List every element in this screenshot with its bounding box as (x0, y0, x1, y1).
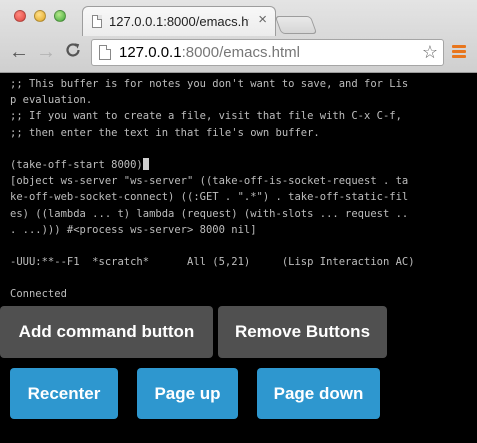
browser-chrome: 127.0.0.1:8000/emacs.htm × ← → 127.0.0.1… (0, 0, 477, 73)
buffer-line: [object ws-server "ws-server" ((take-off… (10, 175, 409, 188)
menu-icon[interactable] (452, 45, 466, 59)
window-close-button[interactable] (14, 10, 26, 22)
remove-buttons-button[interactable]: Remove Buttons (218, 306, 387, 358)
buffer-line: ;; This buffer is for notes you don't wa… (10, 78, 409, 90)
buffer-line: . ...))) #<process ws-server> 8000 nil] (10, 223, 257, 236)
buffer-line: ;; then enter the text in that file's ow… (10, 126, 320, 139)
text-cursor (142, 157, 149, 170)
page-icon (99, 45, 111, 60)
tab-title: 127.0.0.1:8000/emacs.htm (109, 14, 249, 29)
page-up-button[interactable]: Page up (137, 368, 238, 419)
tab-close-icon[interactable]: × (258, 12, 267, 27)
buffer-line (10, 141, 470, 157)
bookmark-star-icon[interactable]: ☆ (422, 42, 438, 62)
emacs-buffer: ;; This buffer is for notes you don't wa… (10, 76, 470, 303)
buffer-line (10, 238, 470, 254)
buffer-line: (take-off-start 8000) (10, 157, 470, 173)
url-text[interactable]: 127.0.0.1:8000/emacs.html (119, 44, 300, 61)
url-host: 127.0.0.1 (119, 44, 182, 61)
reload-icon[interactable] (64, 41, 82, 65)
page-icon (92, 15, 102, 28)
new-tab-button[interactable] (274, 16, 318, 34)
window-minimize-button[interactable] (34, 10, 46, 22)
buffer-line: p evaluation. (10, 94, 93, 107)
buffer-line: ;; If you want to create a file, visit t… (10, 110, 402, 123)
address-bar[interactable]: 127.0.0.1:8000/emacs.html ☆ (91, 39, 444, 66)
buffer-line (10, 270, 470, 286)
reload-glyph (66, 43, 80, 57)
back-arrow-icon[interactable]: ← (9, 41, 29, 63)
url-path: :8000/emacs.html (181, 44, 300, 61)
page-down-button[interactable]: Page down (257, 368, 380, 419)
emacs-terminal[interactable]: ;; This buffer is for notes you don't wa… (0, 73, 477, 300)
browser-tab[interactable]: 127.0.0.1:8000/emacs.htm × (82, 6, 276, 36)
buffer-line: -UUU:**--F1 *scratch* All (5,21) (Lisp I… (10, 256, 415, 269)
window-zoom-button[interactable] (54, 10, 66, 22)
recenter-button[interactable]: Recenter (10, 368, 118, 419)
forward-arrow-icon[interactable]: → (36, 41, 56, 63)
add-command-button[interactable]: Add command button (0, 306, 213, 358)
buffer-line: ke-off-web-socket-connect) ((:GET . ".*"… (10, 191, 409, 204)
buffer-line: es) ((lambda ... t) lambda (request) (wi… (10, 207, 409, 220)
